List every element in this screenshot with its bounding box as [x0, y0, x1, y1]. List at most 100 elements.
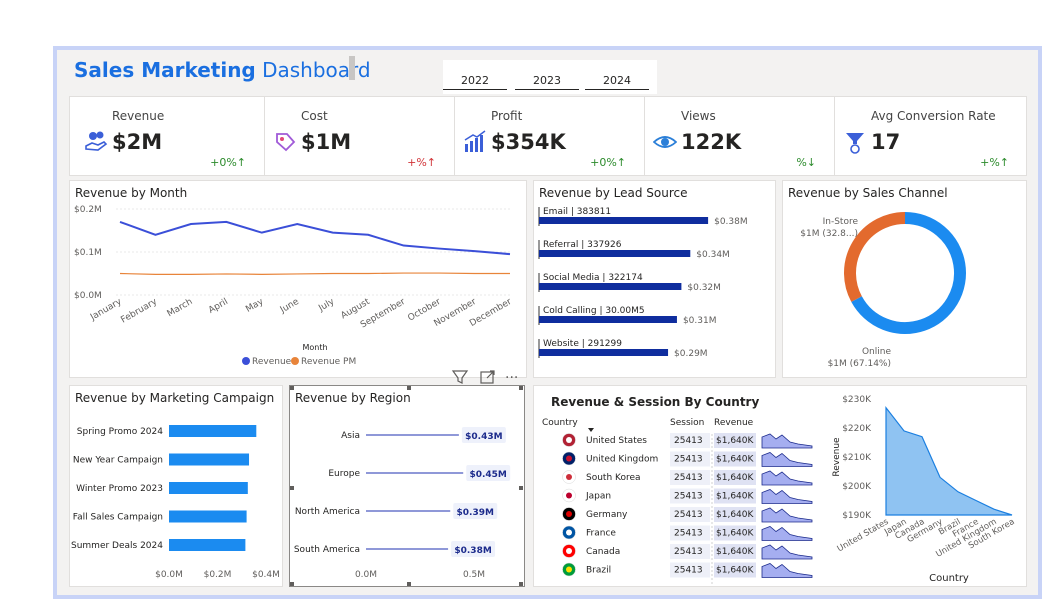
flag-emblem	[566, 529, 572, 536]
x-tick-label: April	[207, 297, 230, 316]
x-tick-label: July	[316, 297, 336, 315]
table-cell-session: 25413	[674, 455, 703, 465]
table-cell-country: France	[586, 529, 616, 539]
table-cell-revenue: $1,640K	[716, 547, 754, 557]
kpi-delta: +%↑	[407, 156, 436, 169]
selection-handle	[519, 486, 523, 490]
table-cell-session: 25413	[674, 492, 703, 502]
flag-emblem	[566, 511, 572, 517]
x-tick-label: June	[278, 297, 301, 316]
filter-icon[interactable]	[451, 370, 469, 384]
revenue-by-lead-source-chart: Email | 383811 $0.38M Referral | 337926 $0.…	[538, 207, 748, 359]
selection-handle	[519, 582, 523, 586]
revenue-session-by-country-card[interactable]: Revenue & Session By Country Country Sess…	[533, 385, 1027, 587]
year-2022-button[interactable]: 2022	[443, 74, 507, 90]
flag-emblem	[566, 474, 572, 480]
bar	[169, 482, 248, 494]
money-hand-icon	[85, 131, 108, 151]
revenue-by-sales-channel-card[interactable]: Revenue by Sales Channel In-Store $1M (32…	[782, 180, 1027, 378]
revenue-by-lead-source-card[interactable]: Revenue by Lead Source Email | 383811 $0.…	[533, 180, 776, 378]
table-cell-revenue: $1,640K	[716, 436, 754, 446]
legend-label: Revenue	[252, 357, 292, 367]
bar	[169, 453, 250, 466]
revenue-by-region-card[interactable]: Revenue by Region Asia $0.43M Europe $0.45M…	[289, 385, 525, 587]
kpi-value: $2M	[112, 130, 163, 154]
table-cell-revenue: $1,640K	[716, 455, 754, 465]
data-label: $0.38M	[714, 217, 748, 227]
kpi-profit[interactable]: Profit $354K +0%↑	[455, 97, 645, 175]
y-axis-title: Revenue	[832, 437, 842, 477]
x-tick-label: $0.2M	[204, 570, 232, 580]
table-header: Revenue	[714, 418, 754, 428]
funnel-coin-icon	[846, 133, 864, 154]
table-cell-session: 25413	[674, 436, 703, 446]
table-cell-country: South Korea	[586, 473, 641, 483]
selection-handle	[519, 386, 523, 390]
focus-mode-icon[interactable]	[480, 370, 495, 384]
kpi-label: Profit	[491, 109, 523, 123]
y-tick-label: $0.0M	[74, 291, 102, 301]
dashboard-frame: Sales Marketing Dashboard 2022 2023 2024…	[53, 46, 1042, 599]
table-cell-country: Canada	[586, 547, 620, 557]
legend-marker-revenue	[242, 357, 250, 365]
legend-marker-revenue-pm	[291, 357, 299, 365]
revenue-by-marketing-campaign-card[interactable]: Revenue by Marketing Campaign Spring Pro…	[69, 385, 283, 587]
bar	[539, 283, 682, 290]
y-tick-label: $210K	[842, 453, 872, 463]
kpi-revenue[interactable]: Revenue $2M +0%↑	[70, 97, 265, 175]
category-label: South America	[294, 545, 360, 555]
year-2023-button[interactable]: 2023	[515, 74, 579, 90]
bar	[169, 510, 247, 523]
kpi-cost[interactable]: Cost $1M +%↑	[265, 97, 455, 175]
visual-header-toolbar: ···	[451, 370, 518, 386]
selection-handle	[407, 582, 411, 586]
y-tick-label: $200K	[842, 482, 872, 492]
sparkline	[761, 470, 813, 486]
kpi-value: $1M	[301, 130, 352, 154]
year-2024-button[interactable]: 2024	[585, 74, 649, 90]
sparkline	[761, 452, 813, 467]
kpi-label: Revenue	[112, 109, 165, 123]
sparkline	[761, 489, 813, 504]
y-tick-label: $190K	[842, 511, 872, 521]
more-options-icon[interactable]: ···	[505, 370, 518, 386]
flag-emblem	[566, 492, 572, 499]
category-label: Europe	[328, 469, 360, 479]
kpi-avg-conversion-rate[interactable]: Avg Conversion Rate 17 +%↑	[835, 97, 1027, 175]
category-label: Referral | 337926	[543, 240, 622, 250]
kpi-value: 122K	[681, 130, 742, 154]
y-tick-label: $0.2M	[74, 205, 102, 215]
table-cell-country: United States	[586, 436, 647, 446]
sparkline	[761, 433, 813, 449]
title-divider	[349, 56, 355, 80]
kpi-value: 17	[871, 130, 901, 154]
sparkline	[761, 526, 813, 541]
revenue-by-month-card[interactable]: Revenue by Month $0.0M $0.1M $0.2M January F…	[69, 180, 527, 378]
table-cell-country: United Kingdom	[586, 455, 658, 465]
selection-handle	[290, 582, 294, 586]
table-cell-session: 25413	[674, 547, 703, 557]
data-label: $0.31M	[683, 316, 717, 326]
category-label: Cold Calling | 30.00M5	[543, 306, 645, 316]
tag-icon	[276, 133, 296, 152]
table-cell-revenue: $1,640K	[716, 510, 754, 520]
data-label: $0.29M	[674, 349, 708, 359]
revenue-session-by-country-visual: Country Session Revenue United States 25413 $…	[542, 395, 1017, 584]
kpi-delta: +0%↑	[590, 156, 626, 169]
sparkline	[761, 563, 813, 578]
x-tick-label: $0.4M	[252, 570, 280, 580]
slice-value-label: $1M (67.14%)	[828, 359, 891, 369]
kpi-views[interactable]: Views 122K %↓	[645, 97, 835, 175]
series-line-0	[119, 220, 511, 256]
y-tick-label: $0.1M	[74, 248, 102, 258]
table-cell-session: 25413	[674, 473, 703, 483]
category-label: Email | 383811	[543, 207, 611, 217]
slice-value-label: $1M (32.8...)	[800, 229, 858, 239]
revenue-by-month-chart: $0.0M$0.1M$0.2MJanuaryFebruary March April…	[74, 205, 514, 367]
kpi-delta: %↓	[796, 156, 816, 169]
x-tick-label: 0.5M	[463, 570, 485, 580]
bar	[539, 250, 691, 257]
kpi-label: Cost	[301, 109, 328, 123]
kpi-label: Views	[681, 109, 716, 123]
slice-label: Online	[862, 347, 891, 357]
